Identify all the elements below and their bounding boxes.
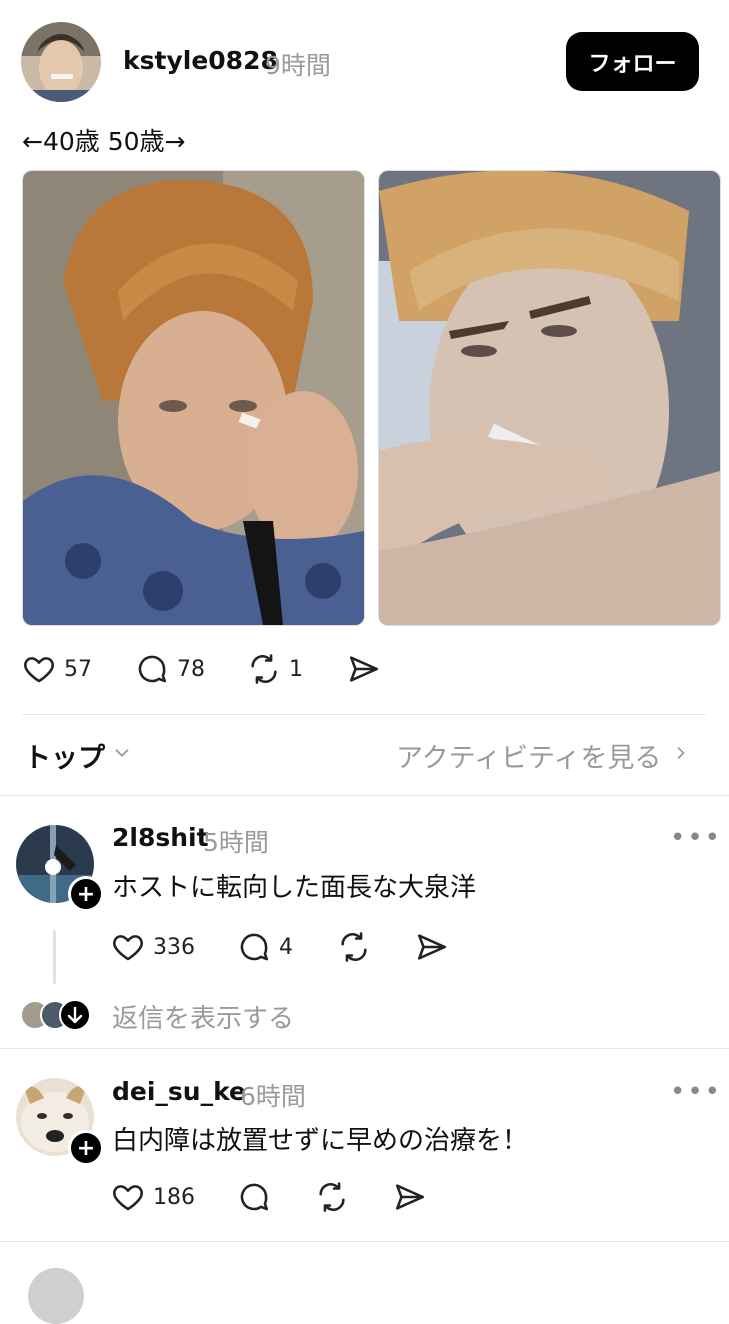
- comment-bubble-icon: [135, 652, 169, 686]
- heart-icon: [111, 1180, 145, 1214]
- reply-repost-action[interactable]: [337, 930, 371, 964]
- comment-bubble-icon: [237, 930, 271, 964]
- reply-text: ホストに転向した面長な大泉洋: [112, 873, 477, 903]
- reply-divider: [0, 1048, 729, 1049]
- author-avatar[interactable]: [21, 22, 101, 102]
- reply-username[interactable]: dei_su_ke: [112, 1077, 246, 1106]
- replier-avatars: [20, 999, 92, 1031]
- reply-comment-action[interactable]: 4: [237, 930, 293, 964]
- reply-avatar[interactable]: [28, 1268, 84, 1324]
- author-username[interactable]: kstyle0828: [123, 46, 278, 75]
- reply-like-action[interactable]: 186: [111, 1180, 195, 1214]
- send-icon: [393, 1180, 427, 1214]
- activity-link-label: アクティビティを見る: [396, 743, 662, 774]
- reply-share-action[interactable]: [393, 1180, 427, 1214]
- reply-share-action[interactable]: [415, 930, 449, 964]
- post-photo-1[interactable]: [22, 170, 365, 626]
- view-activity-link[interactable]: アクティビティを見る: [396, 736, 691, 775]
- reply-comment-action[interactable]: [237, 1180, 271, 1214]
- reply-repost-action[interactable]: [315, 1180, 349, 1214]
- reply-like-action[interactable]: 336: [111, 930, 195, 964]
- send-icon: [415, 930, 449, 964]
- comment-count: 78: [177, 656, 205, 682]
- repost-icon: [315, 1180, 349, 1214]
- repost-icon: [247, 652, 281, 686]
- heart-icon: [22, 652, 56, 686]
- share-action[interactable]: [347, 652, 381, 686]
- post-timestamp: 9時間: [265, 51, 331, 80]
- heart-icon: [111, 930, 145, 964]
- reply-text: 白内障は放置せずに早めの治療を！: [112, 1126, 529, 1156]
- chevron-down-icon: [111, 740, 133, 771]
- repost-icon: [337, 930, 371, 964]
- post-caption: ←40歳 50歳→: [22, 127, 186, 156]
- sort-dropdown[interactable]: トップ: [24, 736, 133, 775]
- section-divider: [0, 795, 729, 796]
- reply-like-count: 336: [153, 934, 195, 960]
- more-options-icon[interactable]: •••: [670, 1077, 722, 1107]
- comment-action[interactable]: 78: [135, 652, 205, 686]
- reply-divider: [0, 1241, 729, 1242]
- repost-count: 1: [289, 656, 303, 682]
- show-replies-link[interactable]: 返信を表示する: [112, 998, 294, 1035]
- reply-timestamp: 6時間: [240, 1082, 306, 1111]
- thread-line: [53, 930, 56, 984]
- follow-plus-badge[interactable]: +: [68, 1130, 104, 1166]
- follow-plus-badge[interactable]: +: [68, 876, 104, 912]
- sort-label: トップ: [24, 743, 105, 774]
- repost-action[interactable]: 1: [247, 652, 303, 686]
- like-action[interactable]: 57: [22, 652, 92, 686]
- send-icon: [347, 652, 381, 686]
- reply-timestamp: 5時間: [203, 828, 269, 857]
- comment-bubble-icon: [237, 1180, 271, 1214]
- reply-like-count: 186: [153, 1184, 195, 1210]
- like-count: 57: [64, 656, 92, 682]
- reply-username[interactable]: 2l8shit: [112, 823, 209, 852]
- post-photo-2[interactable]: [378, 170, 721, 626]
- more-options-icon[interactable]: •••: [670, 823, 722, 853]
- reply-comment-count: 4: [279, 934, 293, 960]
- post-divider: [22, 714, 706, 715]
- chevron-right-icon: [671, 740, 691, 771]
- follow-button[interactable]: フォロー: [566, 32, 699, 91]
